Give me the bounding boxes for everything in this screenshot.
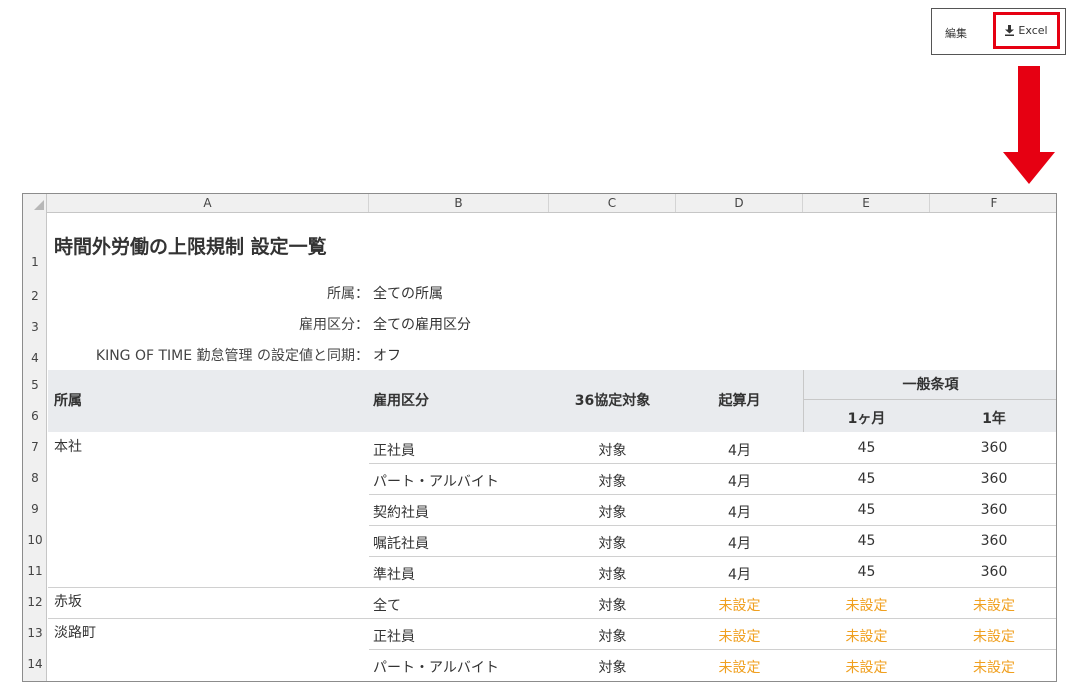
- cell-start-month: 4月: [728, 567, 751, 583]
- cell-one-month-unset: 未設定: [845, 598, 888, 614]
- cell-employment: 嘱託社員: [373, 536, 429, 552]
- down-arrow-icon: [1003, 66, 1055, 184]
- cell-agreement: 対象: [598, 536, 627, 552]
- cell-start-month: 4月: [728, 443, 751, 459]
- cell-one-month: 45: [857, 533, 876, 549]
- row-header[interactable]: 9: [23, 502, 47, 516]
- cell-start-month-unset: 未設定: [718, 629, 761, 645]
- row-header[interactable]: 7: [23, 440, 47, 454]
- report-title: 時間外労働の上限規制 設定一覧: [54, 236, 327, 258]
- header-start-month: 起算月: [718, 393, 761, 409]
- cell-one-year: 360: [980, 564, 1008, 580]
- row-header[interactable]: 8: [23, 471, 47, 485]
- header-general: 一般条項: [902, 377, 959, 393]
- spreadsheet: A B C D E F 1 2 3 4 5 6 7 8 9 10 11 12 1…: [22, 193, 1057, 682]
- cell-one-year-unset: 未設定: [973, 660, 1015, 676]
- header-employment: 雇用区分: [373, 393, 429, 409]
- header-one-year: 1年: [982, 411, 1006, 427]
- select-all-corner[interactable]: [23, 194, 47, 212]
- row-header[interactable]: 5: [23, 378, 47, 392]
- meta-label-dept: 所属：: [327, 286, 369, 302]
- meta-value-employment: 全ての雇用区分: [373, 317, 471, 333]
- cell-agreement: 対象: [598, 598, 627, 614]
- row-header[interactable]: 1: [23, 255, 47, 269]
- row-header[interactable]: 3: [23, 320, 47, 334]
- cell-one-month: 45: [857, 440, 876, 456]
- row-header[interactable]: 11: [23, 564, 47, 578]
- cell-one-year: 360: [980, 533, 1008, 549]
- cell-dept: 本社: [54, 439, 82, 455]
- cell-one-year-unset: 未設定: [973, 629, 1015, 645]
- cell-one-month-unset: 未設定: [845, 660, 888, 676]
- row-header[interactable]: 4: [23, 351, 47, 365]
- meta-label-employment: 雇用区分：: [299, 317, 369, 333]
- cell-employment: 契約社員: [373, 505, 429, 521]
- column-header-f[interactable]: F: [930, 194, 1056, 212]
- cell-dept: 赤坂: [54, 594, 82, 610]
- cell-employment: 正社員: [373, 629, 415, 645]
- row-header[interactable]: 14: [23, 657, 47, 671]
- column-header-d[interactable]: D: [676, 194, 803, 212]
- cell-one-year-unset: 未設定: [973, 598, 1015, 614]
- cell-one-year: 360: [980, 471, 1008, 487]
- cell-employment: パート・アルバイト: [373, 474, 499, 490]
- cell-dept: 淡路町: [54, 625, 96, 641]
- column-header-bar: A B C D E F: [23, 194, 1056, 213]
- header-agreement: 36協定対象: [574, 393, 651, 409]
- cell-employment: 正社員: [373, 443, 415, 459]
- row-header[interactable]: 6: [23, 409, 47, 423]
- cell-agreement: 対象: [598, 660, 627, 676]
- cell-start-month: 4月: [728, 536, 751, 552]
- header-one-month: 1ヶ月: [847, 411, 886, 427]
- cell-start-month: 4月: [728, 474, 751, 490]
- column-header-b[interactable]: B: [369, 194, 549, 212]
- header-dept: 所属: [54, 393, 82, 409]
- cell-one-month-unset: 未設定: [845, 629, 888, 645]
- cell-agreement: 対象: [598, 629, 627, 645]
- cell-one-year: 360: [980, 502, 1008, 518]
- cell-one-month: 45: [857, 502, 876, 518]
- cell-employment: 全て: [373, 598, 401, 614]
- meta-value-sync: オフ: [373, 348, 401, 364]
- meta-label-sync: KING OF TIME 勤怠管理 の設定値と同期：: [95, 348, 369, 364]
- cell-agreement: 対象: [598, 505, 627, 521]
- edit-button[interactable]: 編集: [945, 25, 967, 41]
- meta-value-dept: 全ての所属: [373, 286, 443, 302]
- row-header[interactable]: 10: [23, 533, 47, 547]
- cell-one-year: 360: [980, 440, 1008, 456]
- cell-start-month-unset: 未設定: [718, 660, 761, 676]
- download-icon: [1005, 25, 1015, 36]
- cell-employment: 準社員: [373, 567, 415, 583]
- cell-agreement: 対象: [598, 567, 627, 583]
- excel-download-button[interactable]: Excel: [993, 12, 1060, 49]
- cell-one-month: 45: [857, 471, 876, 487]
- toolbar: 編集 Excel: [931, 8, 1066, 55]
- row-header[interactable]: 2: [23, 289, 47, 303]
- cell-agreement: 対象: [598, 443, 627, 459]
- column-header-a[interactable]: A: [47, 194, 369, 212]
- cell-employment: パート・アルバイト: [373, 660, 499, 676]
- column-header-e[interactable]: E: [803, 194, 930, 212]
- cell-agreement: 対象: [598, 474, 627, 490]
- row-header-bar: 1 2 3 4 5 6 7 8 9 10 11 12 13 14: [23, 212, 47, 681]
- cell-start-month: 4月: [728, 505, 751, 521]
- column-header-c[interactable]: C: [549, 194, 676, 212]
- cell-start-month-unset: 未設定: [718, 598, 761, 614]
- row-header[interactable]: 12: [23, 595, 47, 609]
- excel-label: Excel: [1018, 24, 1048, 37]
- row-header[interactable]: 13: [23, 626, 47, 640]
- cell-one-month: 45: [857, 564, 876, 580]
